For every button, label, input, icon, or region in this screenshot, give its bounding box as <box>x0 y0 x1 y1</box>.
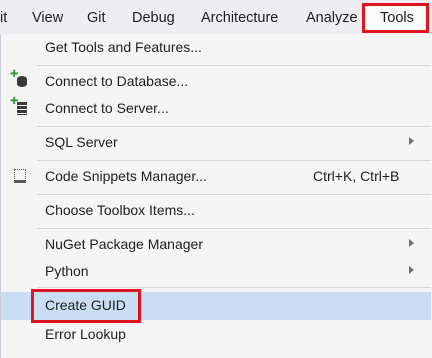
menu-item-label: Python <box>45 263 89 279</box>
menu-item-nuget[interactable]: NuGet Package Manager <box>1 232 431 258</box>
menu-item-label: Connect to Database... <box>45 73 189 89</box>
tools-dropdown-menu: Get Tools and Features... ✚ Connect to D… <box>0 34 432 358</box>
menu-item-connect-server[interactable]: ✚ Connect to Server... <box>1 96 431 122</box>
menu-analyze[interactable]: Analyze <box>306 10 358 26</box>
menu-item-label: SQL Server <box>45 134 118 150</box>
menu-item-label: Error Lookup <box>45 326 126 342</box>
menu-item-sql-server[interactable]: SQL Server <box>1 130 431 156</box>
menu-item-code-snippets[interactable]: Code Snippets Manager... Ctrl+K, Ctrl+B <box>1 164 431 190</box>
menu-debug[interactable]: Debug <box>132 10 175 26</box>
menu-item-label: Connect to Server... <box>45 100 169 116</box>
menu-separator <box>37 126 431 127</box>
menu-separator <box>37 160 431 161</box>
menu-separator <box>37 65 431 66</box>
create-guid-highlight-box <box>31 289 141 323</box>
chevron-right-icon <box>409 266 414 274</box>
menu-item-toolbox-items[interactable]: Choose Toolbox Items... <box>1 198 431 224</box>
chevron-right-icon <box>409 239 414 247</box>
menu-bar: it View Git Debug Architecture Analyze T… <box>0 0 432 34</box>
menu-item-connect-database[interactable]: ✚ Connect to Database... <box>1 69 431 95</box>
menu-tools[interactable]: Tools <box>380 10 414 26</box>
menu-item-label: Choose Toolbox Items... <box>45 202 195 218</box>
menu-separator <box>37 228 431 229</box>
menu-item-python[interactable]: Python <box>1 259 431 285</box>
chevron-right-icon <box>409 137 414 145</box>
menu-architecture[interactable]: Architecture <box>201 10 278 26</box>
menu-separator <box>37 287 431 288</box>
shortcut-label: Ctrl+K, Ctrl+B <box>313 168 400 184</box>
menu-item-label: Code Snippets Manager... <box>45 168 207 184</box>
menu-git[interactable]: Git <box>87 10 106 26</box>
menu-item-label: Get Tools and Features... <box>45 39 202 55</box>
menu-git-partial[interactable]: it <box>0 10 7 26</box>
menu-view[interactable]: View <box>32 10 63 26</box>
menu-separator <box>37 194 431 195</box>
menu-item-label: NuGet Package Manager <box>45 236 203 252</box>
menu-item-error-lookup[interactable]: Error Lookup <box>1 322 431 348</box>
menu-item-get-tools[interactable]: Get Tools and Features... <box>1 35 431 61</box>
